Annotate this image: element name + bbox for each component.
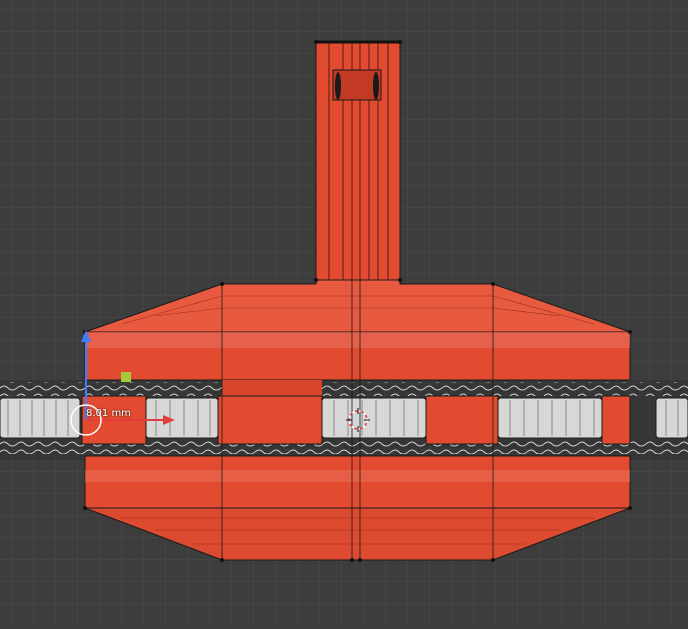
3d-viewport[interactable]: 8.01 mm (0, 0, 688, 625)
viewport-canvas[interactable] (0, 0, 688, 625)
